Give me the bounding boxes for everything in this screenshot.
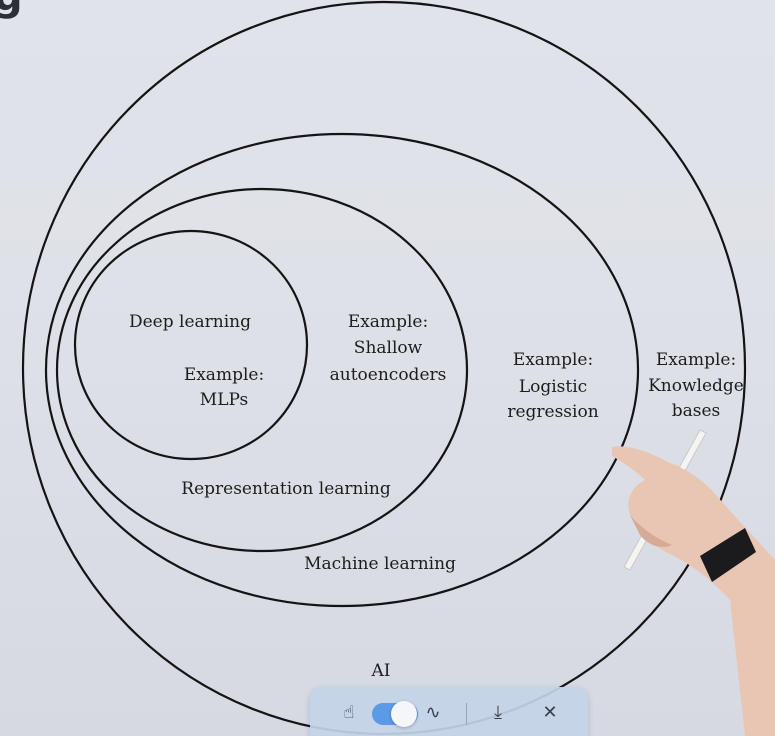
deep-learning-label: Deep learning <box>129 312 251 332</box>
toolbar-divider <box>466 703 467 725</box>
representation-learning-example-line: Shallow <box>354 338 423 358</box>
pen-stroke-icon[interactable]: ∿ <box>418 697 448 727</box>
deep-learning-example-line: MLPs <box>200 390 248 410</box>
machine-learning-example-line: Logistic <box>519 377 587 397</box>
representation-learning-label: Representation learning <box>181 479 391 499</box>
annotation-toolbar: ☝ ∿ ⤓ ✕ <box>310 687 588 736</box>
toggle-knob[interactable] <box>391 701 417 727</box>
ai-example-line: bases <box>672 401 721 421</box>
presenter-hand <box>612 429 775 736</box>
representation-learning-example-heading: Example: <box>348 312 428 332</box>
nested-sets-diagram: g Deep learning Representation learning … <box>0 0 775 736</box>
deep-learning-example-heading: Example: <box>184 365 264 385</box>
representation-learning-example-line: autoencoders <box>330 365 447 385</box>
slide-heading-fragment: g <box>0 0 23 20</box>
close-icon[interactable]: ✕ <box>535 697 565 727</box>
deep-learning-set-outline <box>73 229 309 461</box>
machine-learning-label: Machine learning <box>304 554 456 574</box>
machine-learning-example-line: regression <box>507 402 598 422</box>
download-icon[interactable]: ⤓ <box>483 697 513 727</box>
slide-screen: g Deep learning Representation learning … <box>0 0 775 736</box>
ai-example-line: Knowledge <box>648 376 744 396</box>
mode-toggle[interactable] <box>372 701 418 727</box>
ai-example-heading: Example: <box>656 350 736 370</box>
hand-pointer-icon[interactable]: ☝ <box>334 697 364 727</box>
machine-learning-example-heading: Example: <box>513 350 593 370</box>
ai-label: AI <box>371 661 391 681</box>
